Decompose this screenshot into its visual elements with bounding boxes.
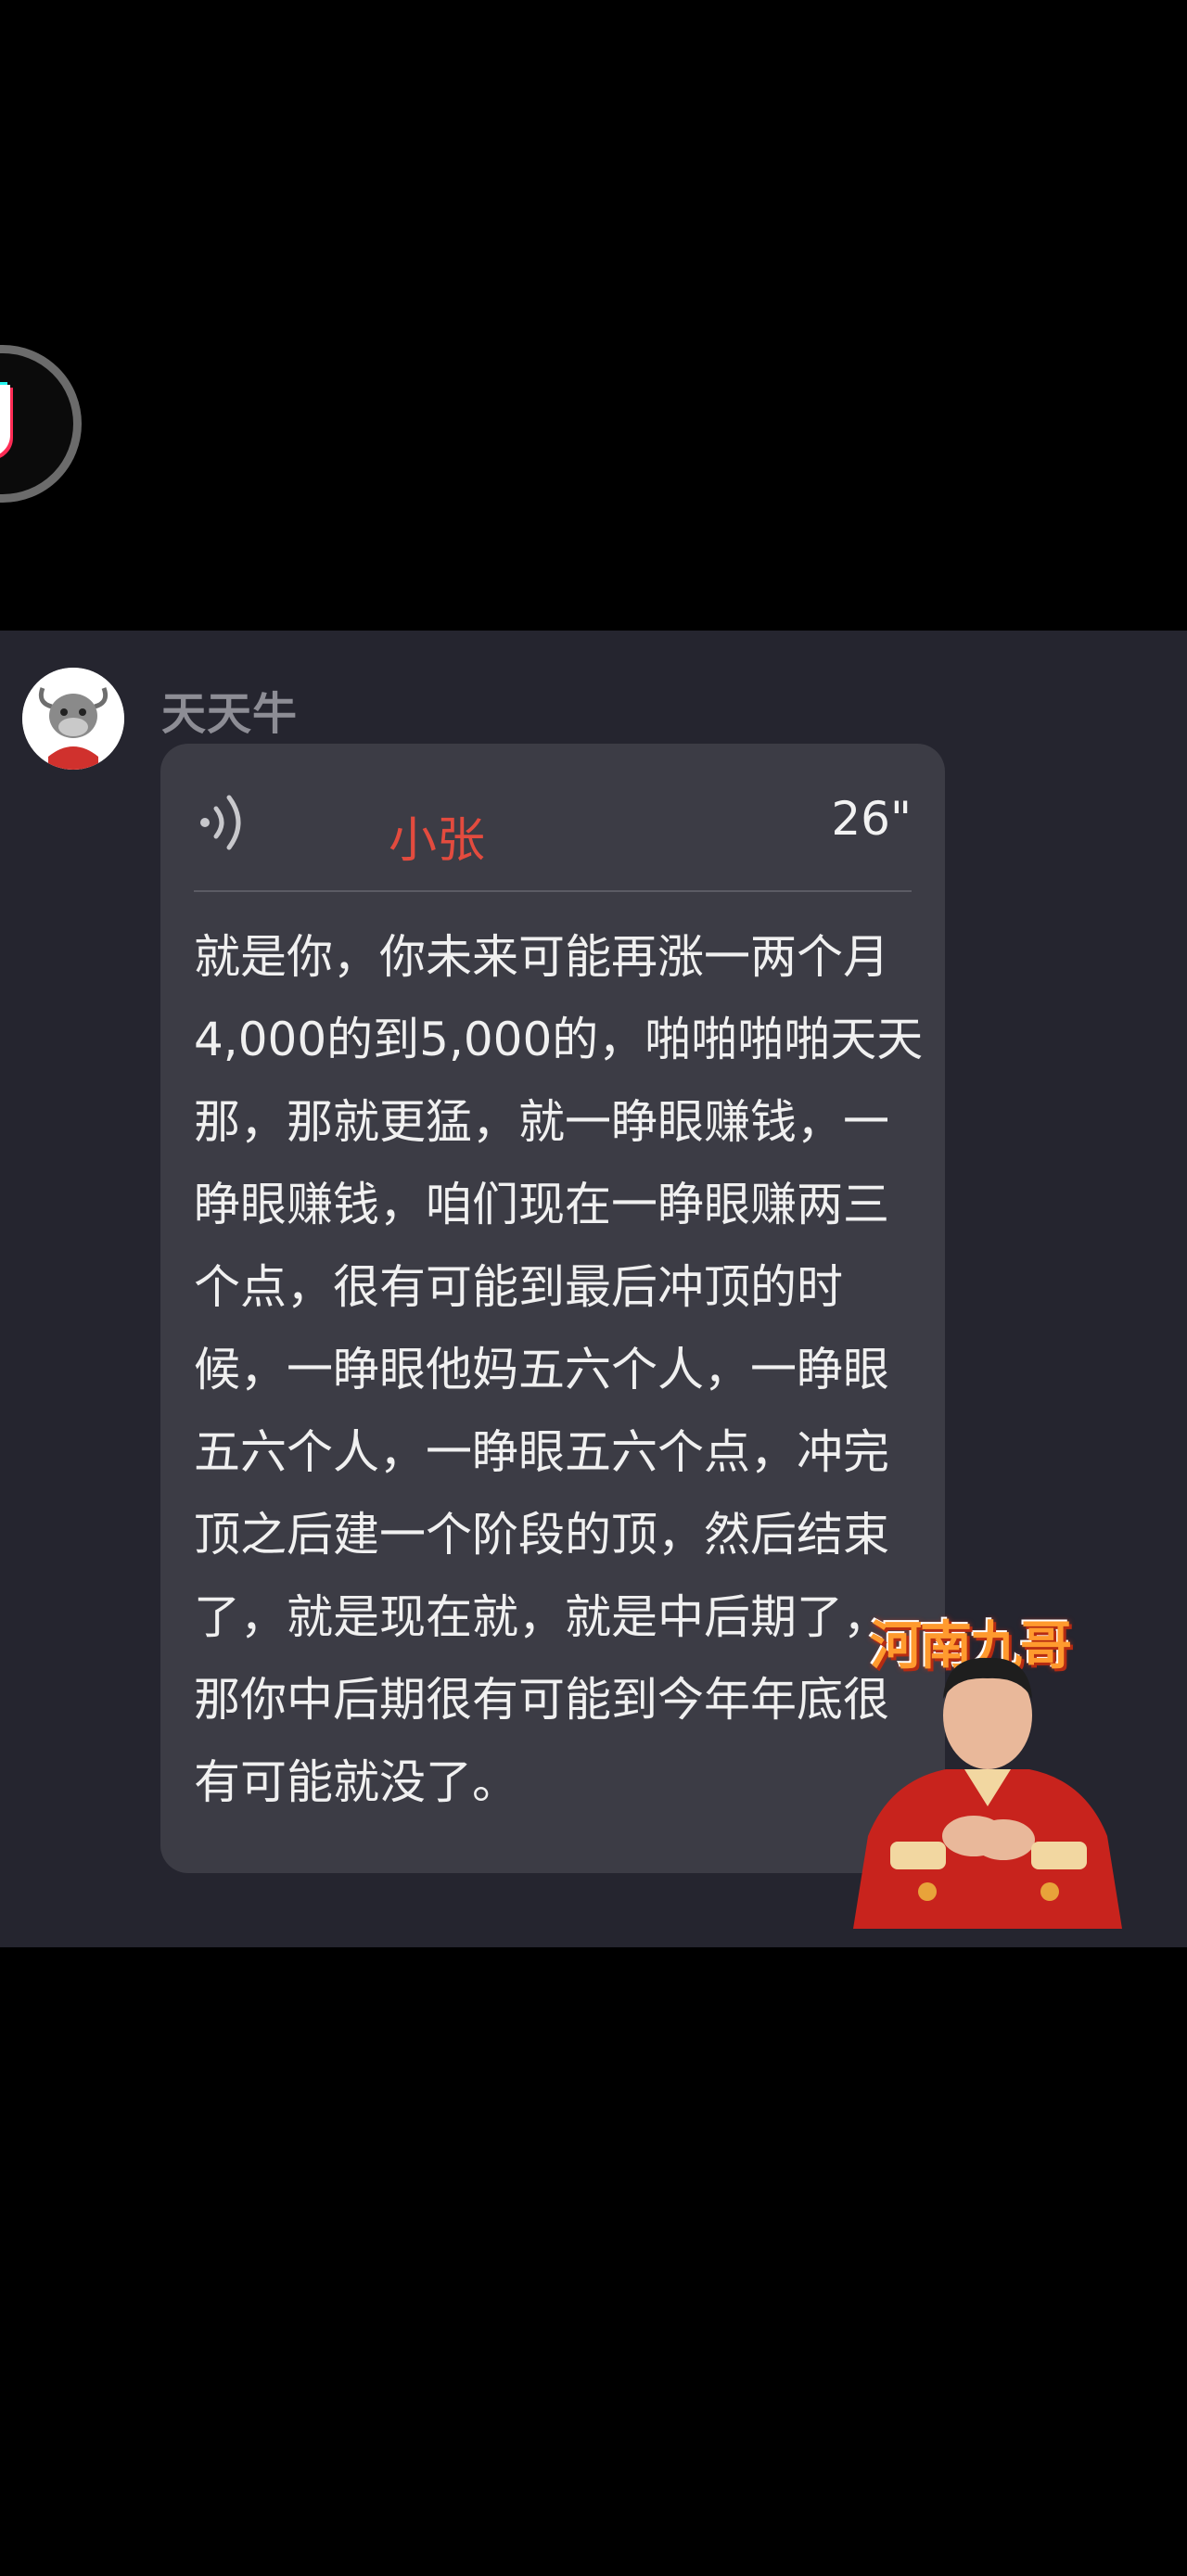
tiktok-logo-icon [0, 345, 82, 503]
contact-tag: 小张 [389, 813, 486, 869]
voice-duration: 26" [831, 792, 912, 846]
bull-avatar-icon[interactable] [22, 668, 124, 770]
voice-message-bubble[interactable]: 小张 26" 就是你，你未来可能再涨一两个月4,000的到5,000的，啪啪啪啪… [160, 744, 945, 1873]
voice-transcript: 就是你，你未来可能再涨一两个月4,000的到5,000的，啪啪啪啪天天那，那就更… [194, 930, 924, 1809]
streamer-figure-icon [835, 1651, 1150, 1932]
divider [194, 890, 912, 892]
voice-wave-icon[interactable] [196, 790, 255, 859]
screen: 天天牛 小张 26" 就是你，你未来可能再涨一两个月4,000的到5,000的，… [0, 0, 1187, 2576]
streamer-overlay: 河南九哥 [835, 1604, 1150, 1929]
sender-name: 天天牛 [161, 688, 299, 740]
